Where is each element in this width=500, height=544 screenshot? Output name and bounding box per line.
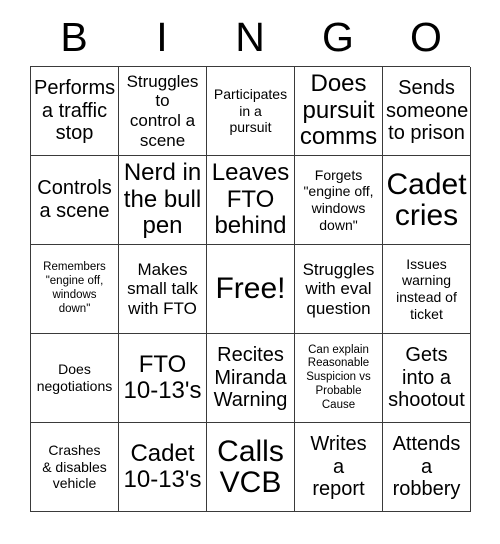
bingo-cell-label: Remembers "engine off, windows down" xyxy=(43,261,106,315)
bingo-cell[interactable]: Free! xyxy=(207,245,295,334)
bingo-cell-label: Cadet cries xyxy=(386,167,467,232)
bingo-grid: Performs a traffic stop Struggles to cont… xyxy=(30,66,471,512)
bingo-cell[interactable]: FTO 10-13's xyxy=(119,334,207,423)
bingo-cell-label: Crashes & disables vehicle xyxy=(42,442,107,492)
bingo-cell-label: Recites Miranda Warning xyxy=(213,344,288,412)
bingo-header-letter-o: O xyxy=(410,13,442,60)
bingo-header: B I N G O xyxy=(30,8,470,66)
bingo-cell-label: Gets into a shootout xyxy=(388,344,465,412)
bingo-cell-label: Attends a robbery xyxy=(392,433,461,501)
bingo-cell[interactable]: Leaves FTO behind xyxy=(207,156,295,245)
bingo-cell[interactable]: Does pursuit comms xyxy=(295,67,383,156)
bingo-row: Does negotiations FTO 10-13's Recites Mira… xyxy=(31,334,471,423)
bingo-card: B I N G O Performs a traffic stop Struggl… xyxy=(30,8,471,512)
bingo-cell[interactable]: Controls a scene xyxy=(31,156,119,245)
bingo-cell-label: Does negotiations xyxy=(36,361,113,394)
bingo-cell-label: Calls VCB xyxy=(217,434,284,499)
bingo-cell[interactable]: Attends a robbery xyxy=(383,423,471,512)
bingo-cell-label: Sends someone to prison xyxy=(386,77,469,145)
bingo-cell[interactable]: Makes small talk with FTO xyxy=(119,245,207,334)
bingo-cell-label: Struggles to control a scene xyxy=(126,71,199,150)
bingo-cell[interactable]: Recites Miranda Warning xyxy=(207,334,295,423)
bingo-cell-label: Free! xyxy=(215,272,286,306)
bingo-cell[interactable]: Writes a report xyxy=(295,423,383,512)
bingo-cell-label: FTO 10-13's xyxy=(123,350,202,404)
bingo-cell[interactable]: Cadet cries xyxy=(383,156,471,245)
bingo-cell[interactable]: Can explain Reasonable Suspicion vs Prob… xyxy=(295,334,383,423)
bingo-cell-label: Forgets "engine off, windows down" xyxy=(303,166,374,233)
bingo-header-letter-b: B xyxy=(60,13,88,60)
bingo-cell-label: Does pursuit comms xyxy=(299,70,378,151)
bingo-header-letter-n: N xyxy=(235,13,265,60)
bingo-cell[interactable]: Issues warning instead of ticket xyxy=(383,245,471,334)
bingo-cell-label: Writes a report xyxy=(310,433,367,501)
bingo-cell[interactable]: Struggles with eval question xyxy=(295,245,383,334)
bingo-cell[interactable]: Forgets "engine off, windows down" xyxy=(295,156,383,245)
bingo-cell-label: Controls a scene xyxy=(37,177,112,222)
bingo-cell[interactable]: Participates in a pursuit xyxy=(207,67,295,156)
bingo-cell-label: Can explain Reasonable Suspicion vs Prob… xyxy=(306,343,371,411)
bingo-cell[interactable]: Remembers "engine off, windows down" xyxy=(31,245,119,334)
bingo-row: Crashes & disables vehicle Cadet 10-13's C… xyxy=(31,423,471,512)
bingo-cell-label: Cadet 10-13's xyxy=(123,439,202,493)
bingo-header-letter-i: I xyxy=(156,13,168,60)
bingo-cell-label: Performs a traffic stop xyxy=(34,77,116,145)
bingo-cell[interactable]: Does negotiations xyxy=(31,334,119,423)
bingo-row: Controls a scene Nerd in the bull pen Leav… xyxy=(31,156,471,245)
bingo-cell-label: Makes small talk with FTO xyxy=(127,259,198,318)
bingo-cell-label: Issues warning instead of ticket xyxy=(396,255,457,322)
bingo-cell-label: Nerd in the bull pen xyxy=(123,159,202,240)
bingo-cell[interactable]: Cadet 10-13's xyxy=(119,423,207,512)
bingo-cell[interactable]: Nerd in the bull pen xyxy=(119,156,207,245)
bingo-cell[interactable]: Performs a traffic stop xyxy=(31,67,119,156)
bingo-cell[interactable]: Sends someone to prison xyxy=(383,67,471,156)
bingo-cell[interactable]: Gets into a shootout xyxy=(383,334,471,423)
bingo-cell[interactable]: Calls VCB xyxy=(207,423,295,512)
bingo-cell-label: Leaves FTO behind xyxy=(211,159,290,240)
bingo-row: Performs a traffic stop Struggles to cont… xyxy=(31,67,471,156)
bingo-cell-label: Participates in a pursuit xyxy=(213,86,288,136)
bingo-cell[interactable]: Struggles to control a scene xyxy=(119,67,207,156)
bingo-header-letter-g: G xyxy=(322,13,354,60)
bingo-cell[interactable]: Crashes & disables vehicle xyxy=(31,423,119,512)
bingo-cell-label: Struggles with eval question xyxy=(302,259,375,318)
bingo-row: Remembers "engine off, windows down" Make… xyxy=(31,245,471,334)
